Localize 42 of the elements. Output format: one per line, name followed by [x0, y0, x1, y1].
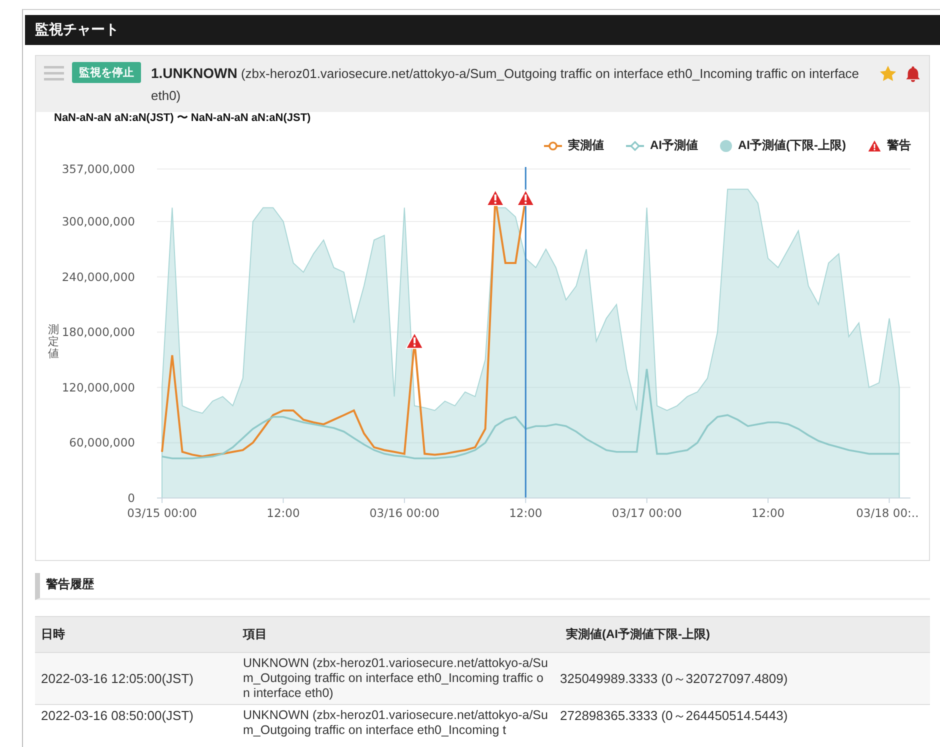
x-tick-label: 03/15 00:00 [127, 506, 198, 520]
table-cell: UNKNOWN (zbx-heroz01.variosecure.net/attokyo-a/Sum_Outgoing traffic on interface eth0_Incoming t [237, 704, 554, 741]
section-title: 警告履歴 [35, 573, 930, 600]
x-tick-label: 03/16 00:00 [369, 506, 440, 520]
warning-icon [868, 140, 881, 152]
y-tick-label: 120,000,000 [62, 380, 135, 394]
x-tick-label: 12:00 [266, 506, 300, 520]
table-cell: 2022-03-16 12:05:00(JST) [35, 652, 237, 704]
y-tick-label: 60,000,000 [69, 436, 135, 450]
warning-marker-icon [486, 188, 505, 206]
column-header: 項目 [237, 616, 554, 652]
x-tick-label: 12:00 [751, 506, 785, 520]
column-header: 実測値(AI予測値下限-上限) [554, 616, 930, 652]
y-tick-label: 357,000,000 [62, 162, 135, 176]
legend-label[interactable]: AI予測値(下限-上限) [738, 137, 846, 154]
y-axis-title: 測定値 [48, 324, 59, 360]
y-tick-label: 300,000,000 [62, 214, 135, 229]
table-cell: 325049989.3333 (0～320727097.4809) [554, 652, 930, 704]
x-tick-label: 12:00 [509, 506, 542, 520]
legend-dot-icon [720, 140, 732, 152]
y-tick-label: 240,000,000 [62, 270, 135, 284]
bell-icon[interactable] [905, 65, 921, 83]
warning-marker-icon [516, 188, 535, 206]
y-tick-label: 180,000,000 [62, 325, 135, 340]
panel-title: 監視チャート [35, 21, 119, 39]
x-tick-label: 03/17 00:00 [612, 506, 682, 520]
table-cell: 272898365.3333 (0～264450514.5443) [554, 704, 930, 741]
date-range: NaN-aN-aN aN:aN(JST) 〜 NaN-aN-aN aN:aN(JST) [54, 111, 312, 125]
warning-marker-icon [405, 332, 424, 349]
menu-icon[interactable] [44, 65, 64, 81]
legend-label[interactable]: AI予測値 [650, 137, 698, 154]
legend-diamond-line-icon [626, 140, 644, 150]
x-tick-label: 03/18 00:... [856, 506, 919, 520]
table-cell: UNKNOWN (zbx-heroz01.variosecure.net/attokyo-a/Sum_Outgoing traffic on interface eth0_Incoming traffic on interface eth0) [237, 652, 554, 704]
column-header: 日時 [35, 616, 237, 652]
legend-label[interactable]: 警告 [887, 137, 911, 154]
star-icon[interactable] [879, 65, 897, 82]
legend-circle-line-icon [544, 140, 562, 150]
monitor-title: 1.UNKNOWN (zbx-heroz01.variosecure.net/attokyo-a/Sum_Outgoing traffic on interface eth0_Incoming traffic on interface eth0) [151, 64, 860, 105]
legend-label[interactable]: 実測値 [568, 137, 604, 154]
table-cell: 2022-03-16 08:50:00(JST) [35, 704, 237, 741]
y-tick-label: 0 [128, 491, 135, 505]
